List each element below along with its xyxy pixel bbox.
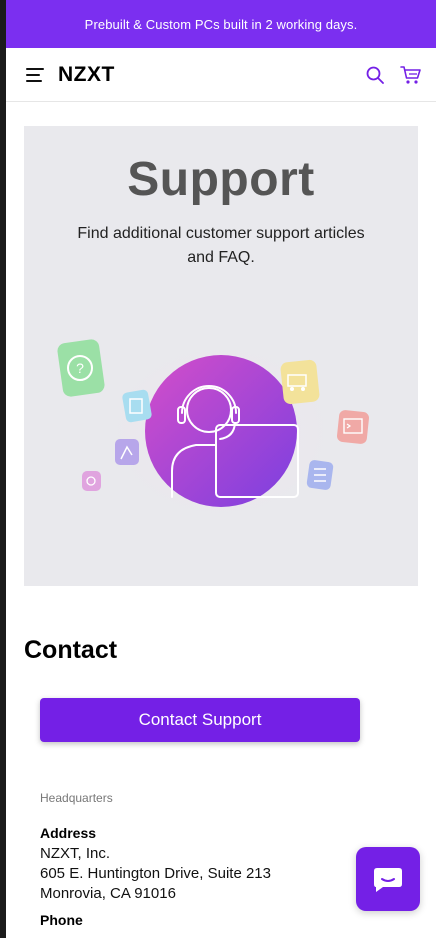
page-subtitle: Find additional customer support article…: [77, 225, 365, 266]
contact-support-button[interactable]: Contact Support: [40, 698, 360, 742]
menu-icon[interactable]: [26, 67, 44, 82]
svg-text:?: ?: [76, 360, 84, 376]
chat-button[interactable]: [356, 847, 420, 911]
support-illustration: ?: [57, 336, 369, 521]
search-icon[interactable]: [364, 64, 386, 86]
address-line: NZXT, Inc.: [40, 845, 111, 862]
contact-heading: Contact: [24, 636, 118, 664]
promo-banner[interactable]: Prebuilt & Custom PCs built in 2 working…: [6, 0, 436, 48]
nzxt-logo[interactable]: NZXT: [58, 63, 115, 87]
address-block: NZXT, Inc. 605 E. Huntington Drive, Suit…: [40, 844, 271, 904]
address-line: Monrovia, CA 91016: [40, 885, 176, 902]
page: Prebuilt & Custom PCs built in 2 working…: [6, 0, 436, 938]
headquarters-label: Headquarters: [40, 791, 113, 805]
chat-icon: [374, 868, 402, 892]
address-label: Address: [40, 825, 97, 841]
site-header: NZXT: [6, 48, 436, 102]
support-hero: Support Find additional customer support…: [24, 126, 418, 586]
address-line: 605 E. Huntington Drive, Suite 213: [40, 865, 271, 882]
promo-text: Prebuilt & Custom PCs built in 2 working…: [84, 16, 358, 32]
cart-icon[interactable]: [400, 64, 422, 86]
header-actions: [364, 64, 422, 86]
page-title: Support: [127, 153, 315, 206]
phone-label: Phone: [40, 912, 83, 928]
